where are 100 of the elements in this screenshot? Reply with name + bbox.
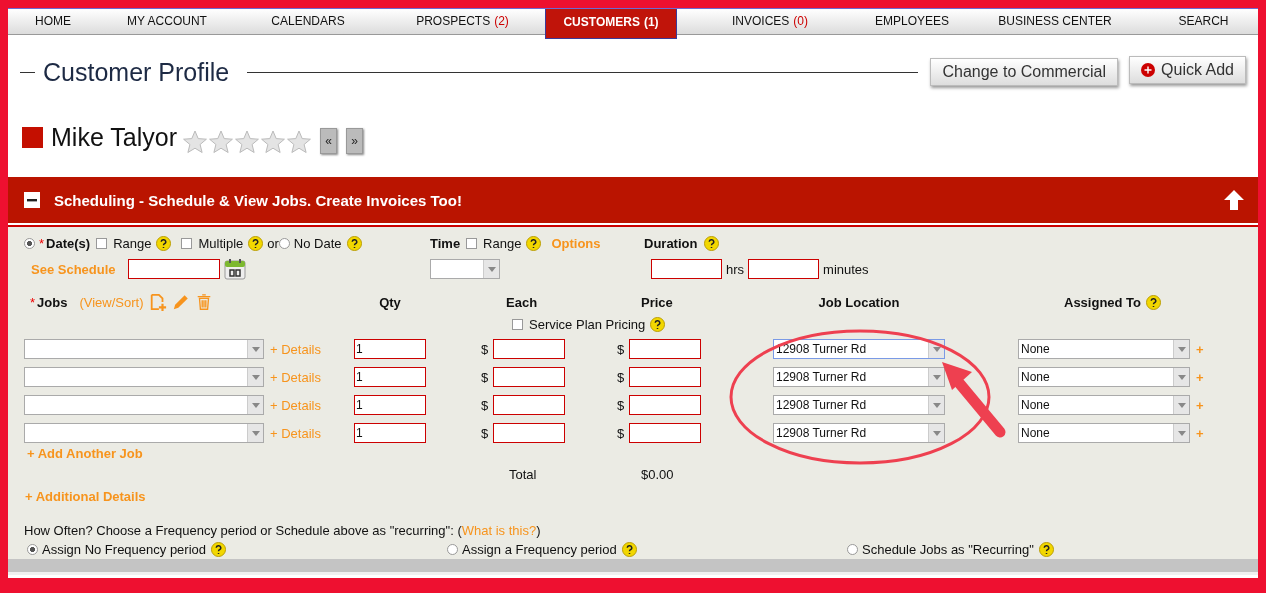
- qty-input[interactable]: 1: [354, 395, 426, 415]
- each-input[interactable]: [493, 395, 565, 415]
- change-button[interactable]: Change to Commercial: [930, 58, 1119, 86]
- radio-button[interactable]: [24, 237, 35, 249]
- assigned-select[interactable]: None: [1018, 423, 1190, 443]
- nav-tab[interactable]: INVOICES (0): [677, 9, 863, 34]
- star-icon: [234, 130, 259, 154]
- quick-add-button[interactable]: Quick Add: [1129, 56, 1246, 84]
- checkbox[interactable]: [466, 237, 478, 249]
- calendar-icon[interactable]: [224, 258, 246, 280]
- currency-sign: $: [481, 341, 490, 357]
- star-icon: [286, 130, 311, 154]
- date-input[interactable]: [128, 259, 220, 279]
- required-mark: *: [39, 235, 45, 251]
- column-header: Assigned To: [1064, 294, 1142, 310]
- currency-sign: $: [481, 397, 490, 413]
- qty-input[interactable]: 1: [354, 367, 426, 387]
- nav-tab[interactable]: MY ACCOUNT: [98, 9, 236, 34]
- option-label: Range: [113, 235, 152, 251]
- page-title: Customer Profile: [43, 57, 230, 87]
- star-icon: [182, 130, 207, 154]
- location-select[interactable]: 12908 Turner Rd: [773, 367, 945, 387]
- duration-label: Duration: [644, 235, 698, 251]
- qty-input[interactable]: 1: [354, 339, 426, 359]
- column-header: Qty: [378, 293, 402, 312]
- help-icon[interactable]: [1038, 541, 1054, 557]
- star-rating[interactable]: [182, 130, 311, 154]
- unit-label: minutes: [823, 261, 869, 277]
- section-header[interactable]: Scheduling - Schedule & View Jobs. Create Invoices Too!: [8, 177, 1258, 223]
- location-select[interactable]: 12908 Turner Rd: [773, 423, 945, 443]
- help-icon[interactable]: [704, 235, 720, 251]
- option-label: or: [267, 235, 279, 251]
- radio-button[interactable]: [27, 543, 38, 555]
- column-header: Each: [506, 294, 538, 310]
- nav-tab[interactable]: CUSTOMERS (1): [545, 9, 677, 39]
- price-input[interactable]: [629, 367, 701, 387]
- nav-tab[interactable]: BUSINESS CENTER: [961, 9, 1149, 34]
- each-input[interactable]: [493, 423, 565, 443]
- customer-name: Mike Talyor: [51, 122, 177, 152]
- required-mark: *: [30, 294, 36, 310]
- assigned-select[interactable]: None: [1018, 395, 1190, 415]
- column-header: Job Location: [818, 294, 900, 310]
- jobs-label: Jobs: [37, 294, 68, 310]
- help-icon[interactable]: [526, 235, 542, 251]
- nav-tab[interactable]: SEARCH: [1149, 9, 1258, 34]
- nav-tab[interactable]: EMPLOYEES: [863, 9, 961, 34]
- price-input[interactable]: [629, 339, 701, 359]
- section-title: Scheduling - Schedule & View Jobs. Create Invoices Too!: [54, 191, 463, 209]
- unit-label: hrs: [726, 261, 745, 277]
- help-icon[interactable]: [156, 235, 172, 251]
- help-icon[interactable]: [211, 541, 227, 557]
- qty-input[interactable]: 1: [354, 423, 426, 443]
- option-label: Range: [483, 235, 522, 251]
- currency-sign: $: [481, 425, 490, 441]
- checkbox[interactable]: [512, 318, 523, 330]
- radio-button[interactable]: [447, 543, 458, 555]
- currency-sign: $: [617, 369, 626, 385]
- option-label: Date(s): [46, 235, 91, 251]
- radio-button[interactable]: [847, 543, 858, 555]
- currency-sign: $: [481, 369, 490, 385]
- option-label: Assign No Frequency period: [42, 541, 207, 557]
- total-label: Total: [509, 466, 538, 482]
- star-icon: [260, 130, 285, 154]
- location-select[interactable]: 12908 Turner Rd: [773, 339, 945, 359]
- collapse-icon[interactable]: [24, 192, 40, 208]
- each-input[interactable]: [493, 367, 565, 387]
- currency-sign: $: [617, 341, 626, 357]
- price-input[interactable]: [629, 395, 701, 415]
- currency-sign: $: [617, 397, 626, 413]
- assigned-select[interactable]: None: [1018, 339, 1190, 359]
- each-input[interactable]: [493, 339, 565, 359]
- option-label: Multiple: [198, 235, 244, 251]
- assigned-select[interactable]: None: [1018, 367, 1190, 387]
- help-icon[interactable]: [1146, 294, 1162, 310]
- help-icon[interactable]: [248, 235, 264, 251]
- customer-marker: [22, 126, 43, 148]
- next-button[interactable]: »: [345, 128, 363, 154]
- option-label: Service Plan Pricing: [529, 316, 646, 332]
- checkbox[interactable]: [96, 237, 108, 249]
- currency-sign: $: [617, 425, 626, 441]
- help-icon[interactable]: [621, 541, 637, 557]
- plus-icon: [1141, 63, 1156, 77]
- checkbox[interactable]: [181, 237, 193, 249]
- scrollbar[interactable]: [8, 559, 1258, 575]
- hours-input[interactable]: [651, 259, 722, 279]
- option-label: Assign a Frequency period: [462, 541, 617, 557]
- nav-tab[interactable]: CALENDARS: [236, 9, 380, 34]
- total-value: $0.00: [641, 466, 674, 482]
- option-label: No Date: [293, 235, 342, 251]
- radio-button[interactable]: [278, 237, 290, 249]
- price-input[interactable]: [629, 423, 701, 443]
- nav-tab[interactable]: PROSPECTS (2): [380, 9, 545, 34]
- minutes-input[interactable]: [748, 259, 820, 279]
- help-icon[interactable]: [650, 316, 666, 332]
- nav-tab[interactable]: HOME: [8, 9, 98, 34]
- help-icon[interactable]: [346, 235, 362, 251]
- location-select[interactable]: 12908 Turner Rd: [773, 395, 945, 415]
- previous-button[interactable]: «: [319, 128, 337, 154]
- up-arrow-icon[interactable]: [1222, 188, 1246, 212]
- option-label: Schedule Jobs as "Recurring": [862, 541, 1034, 557]
